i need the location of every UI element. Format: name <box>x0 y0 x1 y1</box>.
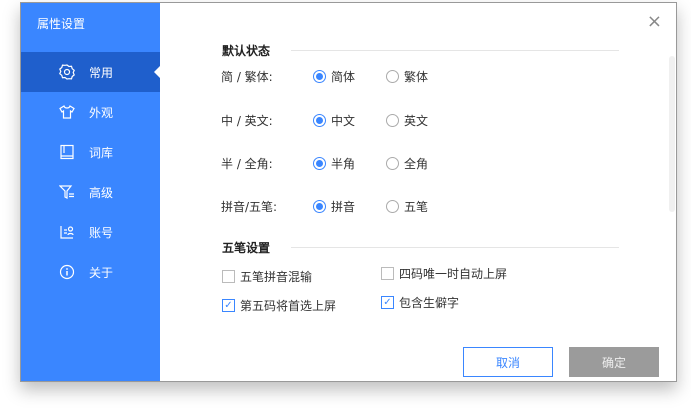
cancel-button[interactable]: 取消 <box>463 347 553 377</box>
checkbox-fifth-code-commit[interactable]: ✓ 第五码将首选上屏 <box>222 297 336 314</box>
radio-full-width[interactable]: 全角 <box>386 155 428 172</box>
gear-icon <box>59 64 75 80</box>
radio-chinese[interactable]: 中文 <box>313 112 355 129</box>
sidebar-item-label: 外观 <box>89 105 114 120</box>
account-icon <box>59 224 75 240</box>
scrollbar[interactable] <box>669 56 675 212</box>
sidebar-item-label: 词库 <box>89 145 114 160</box>
sidebar-item-account[interactable]: 账号 <box>21 212 160 252</box>
sidebar: 属性设置 常用 外观 词库 高级 账号 关于 <box>21 3 160 381</box>
book-icon <box>59 144 75 160</box>
radio-pinyin[interactable]: 拼音 <box>313 198 355 215</box>
info-icon <box>59 264 75 280</box>
radio-simplified[interactable]: 简体 <box>313 68 355 85</box>
ok-button[interactable]: 确定 <box>569 347 659 377</box>
sidebar-item-label: 常用 <box>89 65 114 80</box>
section-default-state: 默认状态 <box>222 44 271 58</box>
radio-english[interactable]: 英文 <box>386 112 428 129</box>
sidebar-item-label: 高级 <box>89 185 114 200</box>
sidebar-item-about[interactable]: 关于 <box>21 252 160 292</box>
section-wubi: 五笔设置 <box>222 241 271 255</box>
sidebar-item-appearance[interactable]: 外观 <box>21 92 160 132</box>
sidebar-item-label: 关于 <box>89 265 114 280</box>
row-label: 半 / 全角: <box>221 157 273 171</box>
checkbox-rare-chars[interactable]: ✓ 包含生僻字 <box>381 294 459 311</box>
divider <box>291 50 619 51</box>
radio-wubi[interactable]: 五笔 <box>386 198 428 215</box>
row-label: 拼音/五笔: <box>221 200 278 214</box>
row-label: 简 / 繁体: <box>221 70 273 84</box>
radio-traditional[interactable]: 繁体 <box>386 68 428 85</box>
checkbox-four-code-auto-commit[interactable]: 四码唯一时自动上屏 <box>381 265 507 282</box>
sidebar-item-advanced[interactable]: 高级 <box>21 172 160 212</box>
sidebar-item-dictionary[interactable]: 词库 <box>21 132 160 172</box>
sidebar-item-general[interactable]: 常用 <box>21 52 160 92</box>
close-icon[interactable]: × <box>647 11 662 32</box>
dialog-title: 属性设置 <box>37 17 86 31</box>
radio-half-width[interactable]: 半角 <box>313 155 355 172</box>
sidebar-item-label: 账号 <box>89 225 114 240</box>
settings-dialog: 属性设置 常用 外观 词库 高级 账号 关于 × 默认状态 简 / 繁体: 简体… <box>20 2 677 382</box>
row-label: 中 / 英文: <box>221 114 273 128</box>
filter-icon <box>59 184 75 200</box>
shirt-icon <box>59 104 75 120</box>
checkbox-wubi-pinyin-mix[interactable]: 五笔拼音混输 <box>222 268 312 285</box>
divider <box>291 247 619 248</box>
